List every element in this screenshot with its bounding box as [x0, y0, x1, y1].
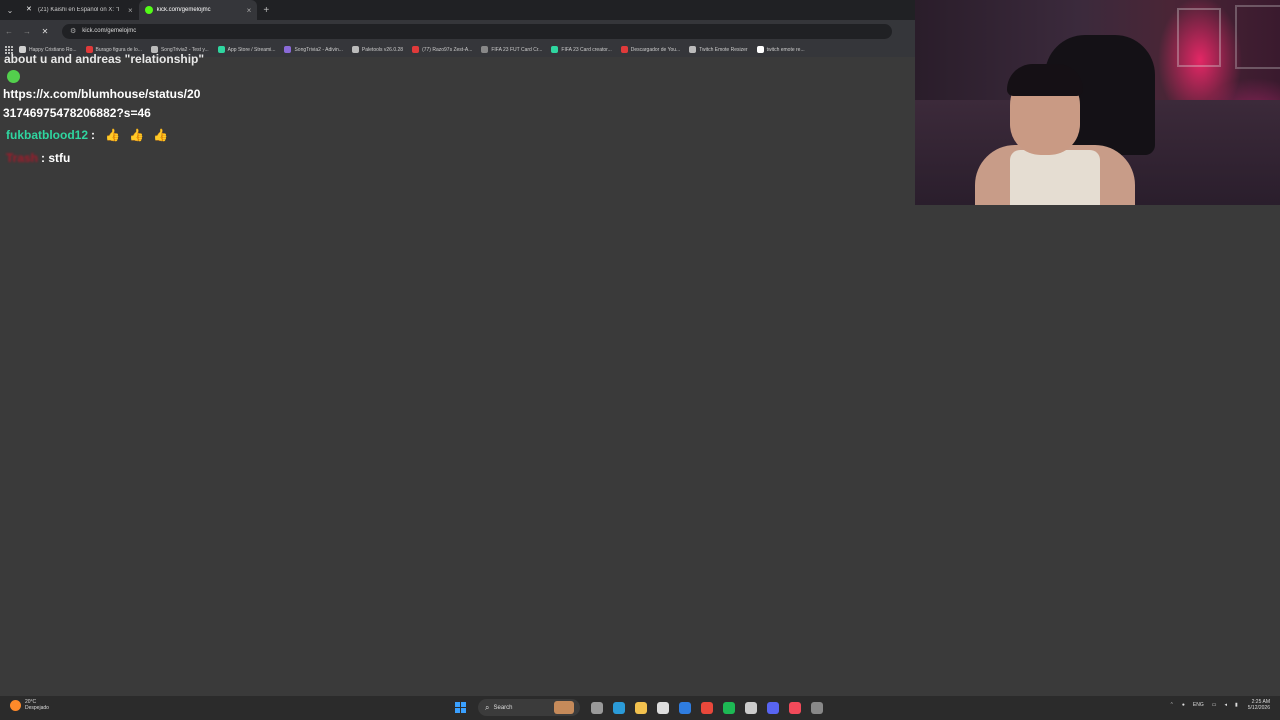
chrome-icon[interactable] [701, 701, 713, 714]
toolbar: ← → ✕ ⚙ kick.com/gemelojmc [0, 20, 915, 42]
network-icon[interactable]: ▭ [1212, 702, 1217, 708]
bookmark[interactable]: SongTrivia2 - Adivin... [284, 46, 343, 53]
start-icon[interactable] [455, 702, 466, 713]
stop-loading-icon[interactable]: ✕ [36, 27, 54, 36]
close-icon[interactable]: × [128, 6, 133, 15]
bookmark-label: Paletools v26.0.28 [361, 46, 404, 53]
chat-username: Trash [6, 151, 39, 165]
clock-date: 5/12/2026 [1247, 705, 1270, 711]
tab-kick[interactable]: kick.com/gemelojmc × [138, 0, 258, 20]
bookmark[interactable]: App Store / Streami... [217, 46, 276, 53]
tab-strip: ⌄ ✕ (21) Kaishi en Español on X: "I × ki… [0, 0, 915, 20]
bookmark-icon [481, 46, 489, 53]
edge-icon[interactable] [613, 701, 625, 714]
bookmark[interactable]: Paletools v26.0.28 [351, 46, 404, 53]
thumbs-up-emote-icon: 👍 [105, 128, 120, 142]
file-explorer-icon[interactable] [635, 701, 647, 714]
search-icon: ⌕ [485, 702, 490, 712]
bookmark-icon [351, 46, 359, 53]
webcam-overlay [915, 0, 1280, 205]
chat-link-text: https://x.com/blumhouse/status/20 [3, 87, 201, 101]
bookmark-label: FIFA 23 Card creator... [561, 46, 612, 53]
taskbar: 20°C Despejado ⌕ Search ⌃ ● ENG ▭ ◂ ▮ 2:… [0, 696, 1280, 720]
forward-icon[interactable]: → [18, 27, 36, 36]
wall-frame [1177, 8, 1221, 67]
weather-condition: Despejado [25, 705, 49, 711]
site-info-icon[interactable]: ⚙ [70, 27, 76, 35]
chevron-up-icon[interactable]: ⌃ [1170, 702, 1174, 708]
kick-icon [144, 6, 153, 14]
bookmark-label: twitch emote re... [766, 46, 805, 53]
back-icon[interactable]: ← [0, 27, 18, 36]
bookmark-icon [689, 46, 697, 53]
task-view-icon[interactable] [591, 701, 603, 714]
bookmark-icon [284, 46, 292, 53]
chat-message-text: about u and andreas "relationship" [4, 52, 205, 66]
chat-message-text: : stfu [41, 151, 71, 165]
browser-chrome: ⌄ ✕ (21) Kaishi en Español on X: "I × ki… [0, 0, 915, 57]
bookmark[interactable]: FIFA 23 FUT Card Cr... [481, 46, 542, 53]
bookmark-label: App Store / Streami... [227, 46, 276, 53]
weather-text: 20°C Despejado [25, 699, 49, 711]
bookmark[interactable]: twitch emote re... [756, 46, 805, 53]
bookmark[interactable]: Twitch Emote Resizer [689, 46, 748, 53]
wall-frame [1235, 5, 1280, 69]
tab-label: kick.com/gemelojmc [156, 7, 211, 13]
chat-colon: : [91, 128, 96, 142]
mail-icon[interactable] [679, 701, 691, 714]
tab-search-icon[interactable]: ⌄ [0, 6, 20, 15]
mic-icon[interactable]: ● [1182, 702, 1185, 708]
thumbs-up-emote-icon: 👍 [129, 128, 144, 142]
tab-x[interactable]: ✕ (21) Kaishi en Español on X: "I × [20, 0, 139, 20]
language-indicator[interactable]: ENG [1193, 702, 1204, 708]
new-tab-button[interactable]: + [263, 5, 269, 16]
obs-icon[interactable] [745, 701, 757, 714]
taskbar-apps: ⌕ Search [455, 699, 828, 716]
search-highlight-icon [554, 701, 574, 714]
bookmark[interactable]: Descargador de You... [620, 46, 681, 53]
weather-icon [10, 699, 21, 711]
search-label: Search [493, 704, 513, 711]
bookmark-label: SongTrivia2 - Adivin... [294, 46, 343, 53]
discord-icon[interactable] [767, 701, 779, 714]
clock[interactable]: 2:25 AM 5/12/2026 [1248, 699, 1270, 711]
chat-username: fukbatblood12 [6, 128, 89, 142]
bookmark[interactable]: (77) Razo97s Zest-A... [412, 46, 472, 53]
volume-icon[interactable]: ◂ [1224, 702, 1227, 708]
bookmark[interactable]: FIFA 23 Card creator... [551, 46, 612, 53]
chat-message: fukbatblood12 : 👍 👍 👍 [6, 128, 168, 142]
chat-link-text: 31746975478206882?s=46 [3, 106, 151, 120]
bookmark-label: FIFA 23 FUT Card Cr... [491, 46, 543, 53]
bookmark-icon [217, 46, 225, 53]
weather-widget[interactable]: 20°C Despejado [10, 699, 49, 711]
app-icon[interactable] [811, 701, 823, 714]
thumbs-up-emote-icon: 👍 [153, 128, 168, 142]
bookmark-label: (77) Razo97s Zest-A... [422, 46, 473, 53]
battery-icon[interactable]: ▮ [1235, 702, 1238, 708]
address-bar[interactable]: ⚙ kick.com/gemelojmc [62, 23, 892, 39]
tab-label: (21) Kaishi en Español on X: "I [38, 7, 120, 13]
taskbar-search[interactable]: ⌕ Search [478, 699, 580, 716]
close-icon[interactable]: × [247, 6, 252, 15]
bookmark-icon [551, 46, 559, 53]
bookmark-label: Twitch Emote Resizer [699, 46, 748, 53]
bookmark-icon [620, 46, 628, 53]
bookmark-label: Descargador de You... [630, 46, 681, 53]
bookmark-icon [412, 46, 420, 53]
spotify-icon[interactable] [723, 701, 735, 714]
store-icon[interactable] [657, 701, 669, 714]
bookmark-icon [756, 46, 764, 53]
music-icon[interactable] [789, 701, 801, 714]
system-tray: ⌃ ● ENG ▭ ◂ ▮ 2:25 AM 5/12/2026 [1162, 699, 1270, 711]
chat-message: Trash : stfu [6, 151, 70, 165]
streamer-hair [1007, 64, 1083, 96]
green-emote-icon [7, 70, 20, 83]
address-text: kick.com/gemelojmc [82, 28, 137, 34]
streamer-shirt [1010, 150, 1100, 205]
x-logo-icon: ✕ [26, 6, 32, 13]
